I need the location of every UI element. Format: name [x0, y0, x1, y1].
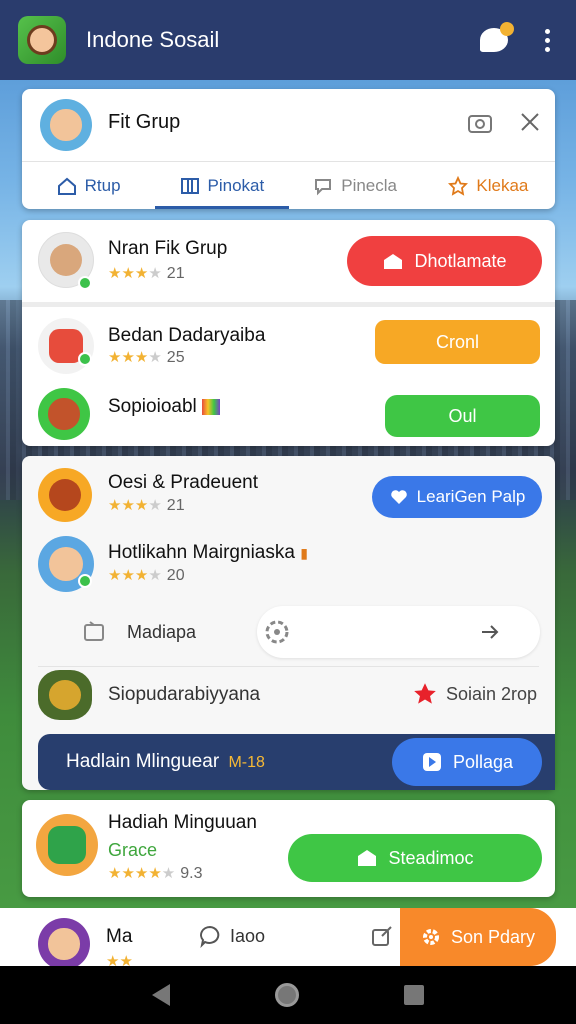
play-icon — [422, 753, 441, 771]
rating-stars: ★★★★★ 9.3 — [108, 865, 203, 882]
member-list-card-2: Oesi & Pradeuent ★★★★ 21 LeariGen Palp Ho… — [22, 456, 555, 790]
notification-chat-icon[interactable] — [480, 22, 514, 52]
member-list-card-1: Nran Fik Grup ★★★★ 21 Dhotlamate Bedan Da… — [22, 220, 555, 446]
tab-pinecla[interactable]: Pinecla — [289, 162, 422, 209]
rating-stars: ★★★★ 20 — [108, 567, 185, 584]
tab-klekaa-label: Klekaa — [476, 175, 529, 195]
flag-icon — [202, 398, 221, 415]
rating-stars: ★★★★ 21 — [108, 497, 185, 514]
image-icon — [84, 621, 104, 641]
app-logo — [18, 16, 66, 64]
tab-rtup[interactable]: Rtup — [22, 162, 155, 209]
orange-action-label: Son Pdary — [450, 926, 536, 947]
arrow-right-icon — [482, 625, 499, 639]
recent-apps-icon[interactable] — [403, 985, 424, 1005]
close-icon[interactable] — [519, 111, 541, 133]
rating-value: 21 — [166, 265, 185, 282]
avatar — [38, 918, 90, 970]
camera-icon[interactable] — [467, 111, 493, 135]
search-label: Madiapa — [127, 622, 197, 642]
bottom-action-bar: Ma ★★ Iaoo Son Pdary — [0, 908, 576, 970]
orange-action-button[interactable]: Son Pdary — [400, 908, 556, 966]
chat-button[interactable]: Iaoo — [198, 924, 265, 948]
member-name: Bedan Dadaryaiba — [108, 325, 266, 346]
rating-value: 21 — [166, 497, 185, 514]
chat-label: Iaoo — [230, 925, 266, 946]
avatar — [36, 814, 98, 876]
red-star-icon — [414, 683, 436, 704]
group-header-card: Fit Grup Rtup Pinokat Pinecla Klekaa — [22, 89, 555, 209]
reward-title: Hadiah Minguuan — [108, 812, 257, 833]
member-name: Siopudarabiyyana — [108, 684, 261, 705]
orange-action-button[interactable]: Cronl — [375, 320, 540, 364]
avatar — [38, 468, 92, 522]
group-title: Fit Grup — [108, 111, 181, 133]
member-name: Sopioioabl — [108, 396, 221, 418]
green-claim-label: Steadimoc — [388, 847, 474, 868]
chat-bubble-icon — [315, 178, 332, 195]
chat-icon — [200, 925, 220, 948]
banner-text: Hadlain Mlinguear M-18 — [66, 751, 265, 772]
search-input[interactable] — [257, 606, 540, 658]
status-label: Soiain 2rop — [412, 682, 537, 706]
member-name: Hotlikahn Mairgniaska ▮ — [108, 542, 308, 563]
tab-pinecla-label: Pinecla — [341, 175, 397, 195]
row-divider — [22, 302, 555, 307]
banner-action-label: Pollaga — [452, 751, 514, 772]
orange-action-label: Cronl — [435, 331, 479, 352]
star-icon — [448, 175, 469, 196]
red-action-button[interactable]: Dhotlamate — [347, 236, 542, 286]
online-status-dot — [78, 276, 92, 290]
status-text: Soiain 2rop — [446, 683, 538, 704]
reward-card: Hadiah Minguuan Grace ★★★★★ 9.3 Steadimoc — [22, 800, 555, 897]
row-divider — [38, 666, 539, 667]
home-button-icon[interactable] — [274, 983, 299, 1007]
member-name: Oesi & Pradeuent — [108, 472, 258, 493]
store-icon — [384, 254, 403, 269]
tab-pinokat[interactable]: Pinokat — [155, 162, 289, 209]
rating-stars: ★★★★ 21 — [108, 265, 185, 282]
rating-value: 20 — [166, 567, 185, 584]
online-status-dot — [78, 574, 92, 588]
app-title: Indone Sosail — [86, 27, 220, 52]
app-bar: Indone Sosail — [0, 0, 576, 80]
back-icon[interactable] — [152, 984, 171, 1006]
edit-icon[interactable] — [370, 924, 394, 948]
reward-banner: Hadlain Mlinguear M-18 Pollaga — [38, 734, 555, 790]
blue-action-button[interactable]: LeariGen Palp — [372, 476, 542, 518]
green-action-button[interactable]: Oul — [385, 395, 540, 437]
rating-value: 9.3 — [180, 865, 203, 882]
avatar — [38, 670, 92, 720]
rating-value: 25 — [166, 349, 185, 366]
avatar — [38, 388, 90, 440]
system-navigation-bar — [0, 966, 576, 1024]
badge-icon: ▮ — [300, 545, 308, 561]
more-options-icon[interactable] — [542, 28, 552, 52]
tab-rtup-label: Rtup — [84, 175, 121, 195]
green-claim-button[interactable]: Steadimoc — [288, 834, 542, 882]
settings-gear-icon — [265, 620, 289, 644]
tab-klekaa[interactable]: Klekaa — [422, 162, 555, 209]
rating-stars: ★★★★ 25 — [108, 349, 185, 366]
green-action-label: Oul — [448, 405, 477, 426]
red-action-label: Dhotlamate — [414, 250, 507, 271]
blue-action-label: LeariGen Palp — [416, 487, 526, 506]
member-name: Nran Fik Grup — [108, 238, 228, 259]
online-status-dot — [78, 352, 92, 366]
heart-icon — [390, 490, 407, 504]
bottom-name: Ma — [106, 926, 133, 947]
reward-subtitle: Grace — [108, 840, 158, 860]
gear-icon — [422, 929, 439, 945]
grid-icon — [180, 177, 199, 194]
tab-bar: Rtup Pinokat Pinecla Klekaa — [22, 161, 555, 209]
tab-pinokat-label: Pinokat — [207, 175, 265, 195]
banner-action-button[interactable]: Pollaga — [392, 738, 542, 786]
gift-icon — [358, 850, 377, 866]
group-avatar — [40, 99, 92, 151]
home-icon — [57, 177, 76, 195]
banner-badge: M-18 — [228, 754, 265, 771]
